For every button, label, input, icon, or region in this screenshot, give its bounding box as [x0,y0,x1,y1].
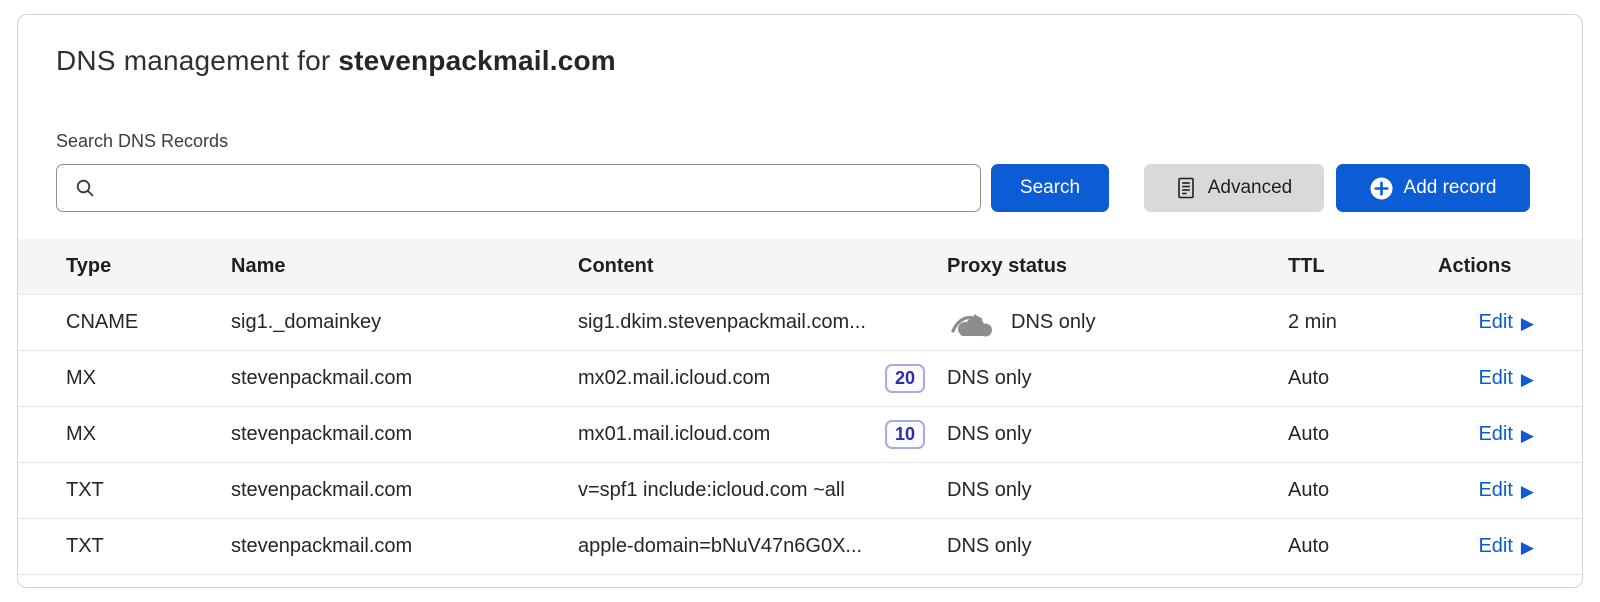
priority-badge: 10 [885,420,925,449]
record-ttl: Auto [1273,367,1418,390]
search-icon [73,176,97,200]
record-content-cell: mx01.mail.icloud.com 10 [578,420,933,449]
edit-link[interactable]: Edit ▶ [1478,311,1534,334]
actions-cell: Edit ▶ [1418,479,1534,502]
search-input[interactable] [97,165,980,211]
document-list-icon [1176,177,1196,199]
record-content-cell: v=spf1 include:icloud.com ~all [578,479,933,502]
proxy-status-cell: DNS only [933,423,1273,446]
proxy-status-cell: DNS only [933,308,1273,338]
advanced-button-label: Advanced [1208,177,1293,199]
record-name: stevenpackmail.com [231,423,578,446]
actions-cell: Edit ▶ [1418,311,1534,334]
proxy-status: DNS only [1011,311,1095,334]
dns-only-cloud-icon [947,308,997,338]
edit-arrow-icon: ▶ [1521,371,1534,388]
record-content: mx01.mail.icloud.com [578,423,770,446]
search-box[interactable] [56,164,981,212]
edit-link-label: Edit [1478,423,1512,446]
proxy-status-cell: DNS only [933,479,1273,502]
proxy-status: DNS only [947,423,1031,446]
record-name: sig1._domainkey [231,311,578,334]
record-content: mx02.mail.icloud.com [578,367,770,390]
advanced-button[interactable]: Advanced [1144,164,1324,212]
table-row: TXT stevenpackmail.com v=spf1 include:ic… [18,463,1582,519]
table-row: MX stevenpackmail.com mx01.mail.icloud.c… [18,407,1582,463]
add-record-button[interactable]: Add record [1336,164,1530,212]
dns-management-card: DNS management for stevenpackmail.com Se… [17,14,1583,588]
column-header-content: Content [578,255,933,278]
column-header-ttl: TTL [1273,255,1418,278]
edit-link[interactable]: Edit ▶ [1478,479,1534,502]
page-title-prefix: DNS management for [56,45,330,76]
record-type: TXT [66,479,231,502]
proxy-status-cell: DNS only [933,535,1273,558]
record-type: MX [66,367,231,390]
column-header-actions: Actions [1418,255,1534,278]
table-row: TXT stevenpackmail.com apple-domain=bNuV… [18,519,1582,575]
record-content: sig1.dkim.stevenpackmail.com... [578,311,866,334]
table-body: CNAME sig1._domainkey sig1.dkim.stevenpa… [18,295,1582,575]
column-header-type: Type [66,255,231,278]
priority-badge: 20 [885,364,925,393]
record-name: stevenpackmail.com [231,535,578,558]
record-name: stevenpackmail.com [231,479,578,502]
edit-link[interactable]: Edit ▶ [1478,423,1534,446]
edit-link-label: Edit [1478,311,1512,334]
toolbar: Search Advanced Add [56,164,1530,212]
edit-arrow-icon: ▶ [1521,315,1534,332]
edit-link[interactable]: Edit ▶ [1478,367,1534,390]
column-header-name: Name [231,255,578,278]
add-record-button-label: Add record [1404,177,1497,199]
dns-records-table: Type Name Content Proxy status TTL Actio… [18,239,1582,575]
edit-arrow-icon: ▶ [1521,483,1534,500]
record-content-cell: mx02.mail.icloud.com 20 [578,364,933,393]
actions-cell: Edit ▶ [1418,423,1534,446]
edit-link-label: Edit [1478,367,1512,390]
table-header-row: Type Name Content Proxy status TTL Actio… [18,239,1582,295]
proxy-status-cell: DNS only [933,367,1273,390]
table-row: MX stevenpackmail.com mx02.mail.icloud.c… [18,351,1582,407]
search-label: Search DNS Records [56,131,1582,152]
record-name: stevenpackmail.com [231,367,578,390]
record-content-cell: sig1.dkim.stevenpackmail.com... [578,311,933,334]
actions-cell: Edit ▶ [1418,367,1534,390]
proxy-status: DNS only [947,367,1031,390]
edit-arrow-icon: ▶ [1521,539,1534,556]
edit-arrow-icon: ▶ [1521,427,1534,444]
record-content-cell: apple-domain=bNuV47n6G0X... [578,535,933,558]
record-ttl: 2 min [1273,311,1418,334]
record-type: CNAME [66,311,231,334]
record-ttl: Auto [1273,479,1418,502]
record-type: TXT [66,535,231,558]
page-title: DNS management for stevenpackmail.com [56,45,1582,77]
actions-cell: Edit ▶ [1418,535,1534,558]
proxy-status: DNS only [947,479,1031,502]
edit-link-label: Edit [1478,479,1512,502]
record-ttl: Auto [1273,535,1418,558]
plus-circle-icon [1370,177,1393,200]
record-ttl: Auto [1273,423,1418,446]
table-row: CNAME sig1._domainkey sig1.dkim.stevenpa… [18,295,1582,351]
edit-link[interactable]: Edit ▶ [1478,535,1534,558]
page-title-domain: stevenpackmail.com [338,45,616,76]
record-content: v=spf1 include:icloud.com ~all [578,479,845,502]
record-content: apple-domain=bNuV47n6G0X... [578,535,862,558]
record-type: MX [66,423,231,446]
column-header-proxy-status: Proxy status [933,255,1273,278]
search-button[interactable]: Search [991,164,1109,212]
proxy-status: DNS only [947,535,1031,558]
edit-link-label: Edit [1478,535,1512,558]
